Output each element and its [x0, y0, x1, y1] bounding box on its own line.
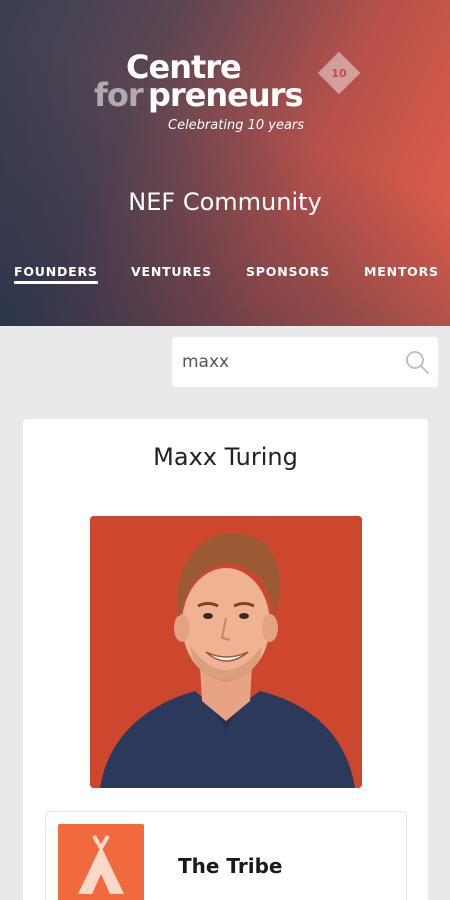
- tent-icon: [58, 824, 144, 900]
- page-title: NEF Community: [128, 188, 322, 216]
- person-photo-icon: [90, 516, 362, 788]
- centre-for-entrepreneurs-logo: Centre for preneurs Celebrating 10 years…: [92, 48, 372, 140]
- founder-card[interactable]: Maxx Turing The Tribe: [23, 419, 428, 900]
- tab-ventures[interactable]: VENTURES: [131, 264, 212, 279]
- tab-sponsors[interactable]: SPONSORS: [246, 264, 330, 279]
- app-header: Centre for preneurs Celebrating 10 years…: [0, 0, 450, 326]
- tab-bar: FOUNDERS VENTURES SPONSORS MENTORS: [0, 264, 450, 288]
- search-input[interactable]: [182, 349, 402, 375]
- logo-word-for: for: [94, 76, 144, 114]
- founder-name: Maxx Turing: [153, 443, 298, 471]
- venture-card[interactable]: The Tribe: [45, 811, 407, 900]
- founder-photo: [90, 516, 362, 788]
- logo-word-preneurs: preneurs: [148, 76, 303, 114]
- anniversary-badge-number: 10: [331, 66, 347, 80]
- search-icon[interactable]: [404, 349, 430, 375]
- tab-founders[interactable]: FOUNDERS: [14, 264, 98, 284]
- search-box: [172, 337, 438, 387]
- tab-mentors[interactable]: MENTORS: [364, 264, 439, 279]
- venture-name: The Tribe: [178, 854, 283, 878]
- logo-tagline: Celebrating 10 years: [168, 118, 305, 133]
